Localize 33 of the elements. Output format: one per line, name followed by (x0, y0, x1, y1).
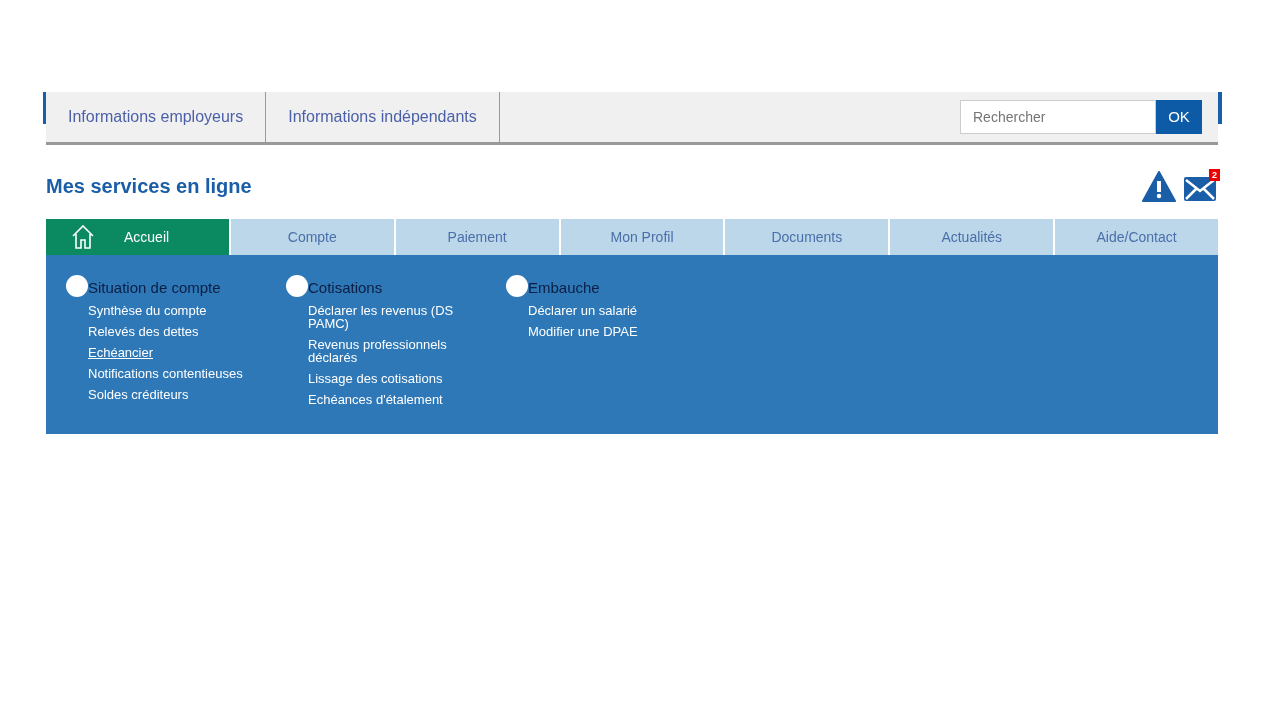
nav-tab[interactable]: Accueil (46, 219, 229, 255)
bullet-icon (286, 275, 308, 297)
search-button[interactable]: OK (1156, 100, 1202, 134)
nav-tab[interactable]: Actualités (890, 219, 1054, 255)
home-icon (72, 225, 94, 249)
menu-link[interactable]: Lissage des cotisations (308, 371, 478, 385)
nav-tab[interactable]: Documents (725, 219, 889, 255)
bullet-icon (506, 275, 528, 297)
page-title: Mes services en ligne (46, 174, 252, 198)
menu-link[interactable]: Echéancier (88, 345, 258, 359)
search-field[interactable]: Rechercher (960, 100, 1156, 134)
menu-link[interactable]: Notifications contentieuses (88, 366, 258, 380)
nav-tab[interactable]: Compte (230, 219, 394, 255)
top-nav-link[interactable]: Informations indépendants (266, 92, 500, 142)
message-count-badge: 2 (1209, 168, 1220, 181)
warning-icon[interactable] (1142, 170, 1176, 202)
menu-heading: Cotisations (308, 279, 383, 296)
bullet-icon (66, 275, 88, 297)
menu-link[interactable]: Soldes créditeurs (88, 387, 258, 401)
menu-link[interactable]: Synthèse du compte (88, 303, 258, 317)
menu-link[interactable]: Echéances d'étalement (308, 392, 478, 406)
menu-heading: Situation de compte (88, 279, 221, 296)
menu-link[interactable]: Modifier une DPAE (528, 324, 698, 338)
nav-tab[interactable]: Aide/Contact (1055, 219, 1218, 255)
menu-link[interactable]: Revenus professionnels déclarés (308, 337, 478, 364)
mail-icon[interactable] (1184, 177, 1216, 202)
menu-link[interactable]: Déclarer un salarié (528, 303, 698, 317)
nav-tab[interactable]: Paiement (395, 219, 559, 255)
top-nav-link[interactable]: Informations employeurs (46, 92, 267, 142)
menu-heading: Embauche (528, 279, 600, 296)
menu-link[interactable]: Relevés des dettes (88, 324, 258, 338)
nav-tab[interactable]: Mon Profil (560, 219, 724, 255)
menu-link[interactable]: Déclarer les revenus (DS PAMC) (308, 303, 478, 330)
